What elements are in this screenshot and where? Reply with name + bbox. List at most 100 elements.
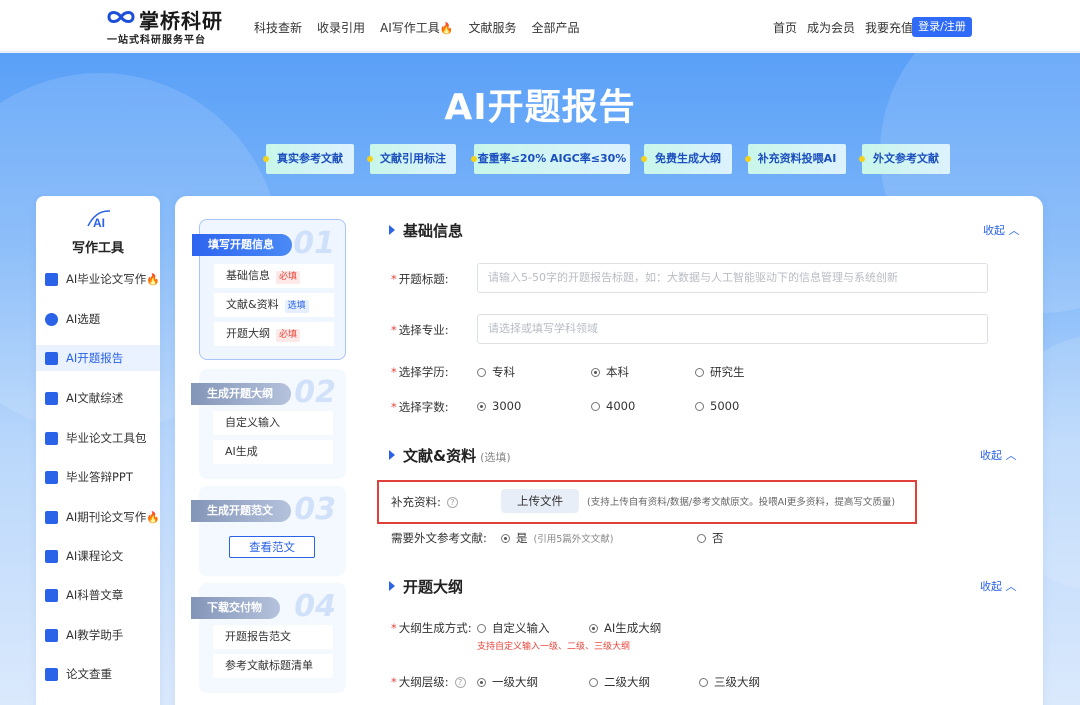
words-option-5000[interactable]: 5000 <box>695 399 739 413</box>
words-option-4000[interactable]: 4000 <box>591 399 635 413</box>
brand-name: 掌桥科研 <box>139 9 223 33</box>
major-input[interactable]: 请选择或填写学科领域 <box>477 314 988 344</box>
outline-level-3[interactable]: 三级大纲 <box>699 674 760 690</box>
nav-home[interactable]: 首页 <box>773 19 797 36</box>
radio-icon <box>477 623 486 633</box>
step-sub-reference-list[interactable]: 参考文献标题清单 <box>213 654 333 678</box>
infinity-logo-icon <box>107 11 135 23</box>
foreign-ref-yes[interactable]: 是 (引用5篇外文文献) <box>501 530 613 546</box>
login-register-button[interactable]: 登录/注册 <box>912 17 972 37</box>
topic-input[interactable]: 请输入5-50字的开题报告标题，如：大数据与人工智能驱动下的信息管理与系统创新 <box>477 263 988 293</box>
optional-note: (选填) <box>480 451 511 464</box>
section-literature: 文献&资料 (选填) <box>389 445 511 466</box>
collapse-basic-button[interactable]: 收起 ︿ <box>983 222 1020 238</box>
outline-method-custom[interactable]: 自定义输入 <box>477 620 550 636</box>
sidebar-item-graduation-thesis[interactable]: AI毕业论文写作 🔥 <box>36 266 160 292</box>
sidebar-item-plagiarism-check[interactable]: 论文查重 <box>36 661 160 687</box>
radio-label: 自定义输入 <box>492 621 550 635</box>
section-basic-info: 基础信息 <box>389 220 463 241</box>
nav-literature[interactable]: 文献服务 <box>468 19 516 36</box>
degree-label: * 选择学历: <box>391 364 449 380</box>
radio-label: 否 <box>712 531 724 545</box>
chevron-up-icon: ︿ <box>1005 449 1017 462</box>
sidebar-item-journal-paper[interactable]: AI期刊论文写作 🔥 <box>36 504 160 530</box>
optional-badge: 选填 <box>284 300 309 313</box>
supplement-label: 补充资料:? <box>391 494 458 510</box>
upload-file-button[interactable]: 上传文件 <box>501 489 579 513</box>
check-doc-icon <box>45 667 58 681</box>
radio-hint: (引用5篇外文文献) <box>533 534 614 545</box>
nav-membership[interactable]: 成为会员 <box>807 19 855 36</box>
step-sub-report-sample[interactable]: 开题报告范文 <box>213 625 333 649</box>
nav-citation[interactable]: 收录引用 <box>317 19 365 36</box>
step-sub-literature[interactable]: 文献&资料 选填 <box>214 293 334 317</box>
radio-selected-icon <box>591 367 600 377</box>
nav-ai-writing[interactable]: AI写作工具🔥 <box>380 19 453 36</box>
collapse-outline-button[interactable]: 收起 ︿ <box>980 578 1017 594</box>
required-mark: * <box>391 272 397 286</box>
words-option-3000[interactable]: 3000 <box>477 399 521 413</box>
radio-icon <box>695 367 704 377</box>
sidebar-item-defense-ppt[interactable]: 毕业答辩PPT <box>36 464 160 490</box>
ai-logo-icon: AI <box>87 210 111 230</box>
sidebar-item-label: AI科普文章 <box>66 588 124 602</box>
foreign-ref-label: 需要外文参考文献: <box>391 531 487 545</box>
view-sample-button[interactable]: 查看范文 <box>229 536 315 558</box>
radio-selected-icon <box>477 401 486 411</box>
help-icon[interactable]: ? <box>446 497 458 508</box>
outline-method-ai[interactable]: AI生成大纲 <box>589 620 661 636</box>
nav-tech-search[interactable]: 科技查新 <box>254 19 302 36</box>
degree-option-graduate[interactable]: 研究生 <box>695 364 745 380</box>
radio-label: 研究生 <box>710 365 745 379</box>
step-card-fill-info: 01 填写开题信息 基础信息 必填 文献&资料 选填 开题大纲 必填 <box>192 219 346 360</box>
brand-slogan: 一站式科研服务平台 <box>107 35 206 46</box>
required-badge: 必填 <box>276 329 301 342</box>
collapse-label: 收起 <box>980 449 1002 462</box>
radio-icon <box>591 401 600 411</box>
feature-tag: 文献引用标注 <box>367 144 456 174</box>
degree-option-junior[interactable]: 专科 <box>477 364 515 380</box>
help-icon[interactable]: ? <box>454 677 466 688</box>
required-badge: 必填 <box>276 271 301 284</box>
report-icon <box>45 351 58 365</box>
step-sub-ai-generate[interactable]: AI生成 <box>213 440 333 464</box>
step-sub-custom-input[interactable]: 自定义输入 <box>213 411 333 435</box>
sidebar-item-proposal-report[interactable]: AI开题报告 <box>36 345 160 371</box>
nav-recharge[interactable]: 我要充值 <box>865 19 913 36</box>
topic-label: * 开题标题: <box>391 271 449 287</box>
bars-icon <box>45 588 58 602</box>
step-sub-basic-info[interactable]: 基础信息 必填 <box>214 264 334 288</box>
sidebar-item-course-paper[interactable]: AI课程论文 <box>36 543 160 569</box>
sidebar-item-teaching-assistant[interactable]: AI教学助手 <box>36 622 160 648</box>
target-icon <box>45 312 58 326</box>
section-title: 开题大纲 <box>403 578 464 596</box>
collapse-literature-button[interactable]: 收起 ︿ <box>980 447 1017 463</box>
nav-all-products[interactable]: 全部产品 <box>532 19 580 36</box>
label-text: 选择字数: <box>398 400 449 414</box>
radio-selected-icon <box>501 533 510 543</box>
outline-level-2[interactable]: 二级大纲 <box>589 674 650 690</box>
chevron-up-icon: ︿ <box>1008 224 1020 237</box>
foreign-ref-no[interactable]: 否 <box>697 530 724 546</box>
radio-icon <box>697 533 706 543</box>
sidebar-item-thesis-toolkit[interactable]: 毕业论文工具包 <box>36 425 160 451</box>
degree-option-bachelor[interactable]: 本科 <box>591 364 629 380</box>
radio-icon <box>695 401 704 411</box>
collapse-label: 收起 <box>980 580 1002 593</box>
fire-icon: 🔥 <box>146 510 160 524</box>
step-sub-outline[interactable]: 开题大纲 必填 <box>214 322 334 346</box>
feature-tag: 补充资料投喂AI <box>745 144 846 174</box>
course-doc-icon <box>45 549 58 563</box>
section-marker-icon <box>389 225 395 235</box>
sidebar-item-science-article[interactable]: AI科普文章 <box>36 582 160 608</box>
label-text: 大纲层级: <box>398 675 449 689</box>
feature-tag: 外文参考文献 <box>859 144 950 174</box>
radio-label: 本科 <box>606 365 629 379</box>
radio-label: 3000 <box>492 399 522 413</box>
document-ai-icon <box>45 272 58 286</box>
required-mark: * <box>391 675 397 689</box>
sidebar-item-topic-selection[interactable]: AI选题 <box>36 306 160 332</box>
section-outline: 开题大纲 <box>389 576 463 597</box>
sidebar-item-literature-review[interactable]: AI文献综述 <box>36 385 160 411</box>
outline-level-1[interactable]: 一级大纲 <box>477 674 538 690</box>
